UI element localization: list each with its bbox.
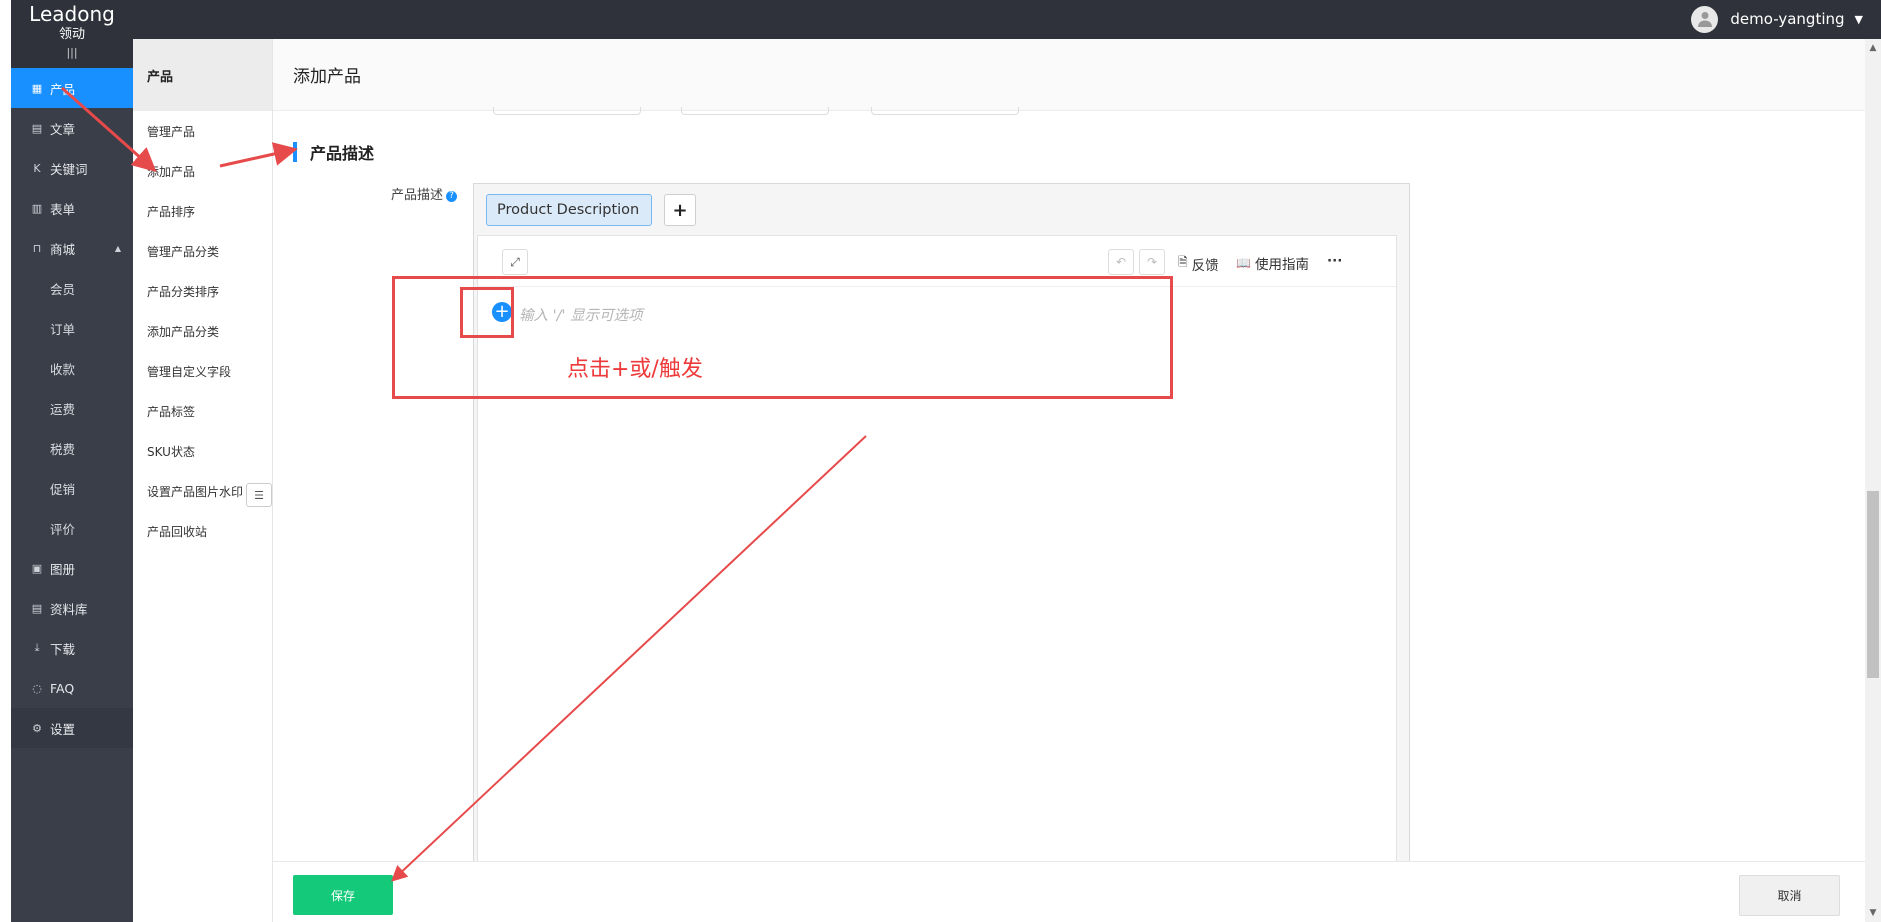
book-icon: 📖	[1236, 256, 1251, 270]
main-sidebar: ▦ 产品 ▤ 文章 K 关键词 ▥ 表单 ⊓ 商城 ▲ 会员 订单 收款 运费 …	[11, 68, 133, 922]
submenu-item-tags[interactable]: 产品标签	[133, 391, 272, 431]
sidebar-item-label: 设置	[50, 721, 76, 737]
submenu-item-manage-categories[interactable]: 管理产品分类	[133, 231, 272, 271]
brand-logo[interactable]: Leadong 领动 |||	[11, 0, 133, 68]
submenu-item-add-product[interactable]: 添加产品	[133, 151, 272, 191]
sidebar-subitem-tax[interactable]: 税费	[11, 428, 133, 468]
sidebar-subitem-payments[interactable]: 收款	[11, 348, 133, 388]
scroll-up-icon[interactable]: ▲	[1865, 41, 1881, 55]
settings-icon: ⚙	[32, 721, 42, 735]
sidebar-item-products[interactable]: ▦ 产品	[11, 68, 133, 108]
menu-toggle-icon[interactable]: |||	[11, 46, 133, 59]
more-options-icon[interactable]: ···	[1327, 253, 1342, 269]
redo-icon[interactable]: ↷	[1139, 249, 1165, 275]
article-icon: ▤	[31, 121, 43, 135]
guide-label: 使用指南	[1254, 257, 1309, 273]
add-tab-button[interactable]: +	[664, 194, 696, 226]
product-submenu: 产品 管理产品 添加产品 产品排序 管理产品分类 产品分类排序 添加产品分类 管…	[133, 39, 273, 922]
sidebar-item-library[interactable]: ▤ 资料库	[11, 588, 133, 628]
ghost-field	[681, 107, 829, 115]
document-icon: 🗎	[1178, 255, 1188, 269]
sidebar-item-label: 下载	[50, 641, 76, 657]
sidebar-item-articles[interactable]: ▤ 文章	[11, 108, 133, 148]
download-icon: ⤓	[34, 641, 40, 654]
submenu-item-sku-status[interactable]: SKU状态	[133, 431, 272, 471]
undo-icon[interactable]: ↶	[1108, 249, 1134, 275]
section-title-text: 产品描述	[310, 144, 375, 163]
sidebar-item-download[interactable]: ⤓ 下载	[11, 628, 133, 668]
sidebar-subitem-shipping[interactable]: 运费	[11, 388, 133, 428]
feedback-label: 反馈	[1191, 257, 1219, 274]
sidebar-item-settings[interactable]: ⚙ 设置	[11, 708, 133, 748]
user-menu[interactable]: demo-yangting ▼	[1691, 5, 1863, 33]
tab-product-description[interactable]: Product Description	[486, 194, 652, 226]
sidebar-item-label: FAQ	[50, 680, 75, 696]
collapse-submenu-icon[interactable]: ☰	[246, 483, 272, 507]
sidebar-item-forms[interactable]: ▥ 表单	[11, 188, 133, 228]
sidebar-item-label: 文章	[50, 121, 76, 137]
sidebar-subitem-promotions[interactable]: 促销	[11, 468, 133, 508]
sidebar-item-label: 关键词	[50, 161, 88, 177]
sidebar-item-label: 资料库	[50, 601, 88, 617]
field-label: 产品描述?	[391, 184, 458, 203]
sidebar-subitem-orders[interactable]: 订单	[11, 308, 133, 348]
submenu-item-add-category[interactable]: 添加产品分类	[133, 311, 272, 351]
footer-bar: 保存 取消	[273, 861, 1865, 922]
help-icon[interactable]: ?	[446, 190, 458, 202]
submenu-item-product-sort[interactable]: 产品排序	[133, 191, 272, 231]
submenu-item-category-sort[interactable]: 产品分类排序	[133, 271, 272, 311]
submenu-item-manage-products[interactable]: 管理产品	[133, 111, 272, 151]
left-strip	[0, 0, 11, 922]
sidebar-item-shop[interactable]: ⊓ 商城 ▲	[11, 228, 133, 268]
sidebar-subitem-members[interactable]: 会员	[11, 268, 133, 308]
ghost-field	[493, 107, 641, 115]
chevron-up-icon: ▲	[114, 243, 121, 253]
library-icon: ▤	[31, 601, 43, 615]
scroll-down-icon[interactable]: ▼	[1865, 906, 1881, 920]
sidebar-item-label: 表单	[50, 201, 76, 217]
shop-icon: ⊓	[32, 241, 42, 255]
cancel-button[interactable]: 取消	[1739, 875, 1840, 916]
submenu-item-custom-fields[interactable]: 管理自定义字段	[133, 351, 272, 391]
sidebar-item-label: 图册	[50, 561, 76, 577]
top-bar	[0, 0, 1881, 39]
page-scrollbar[interactable]: ▲ ▼	[1865, 39, 1881, 922]
sidebar-item-label: 产品	[50, 81, 76, 97]
main-content: 产品描述 产品描述? Product Description + ⤢ ↶ ↷ 🗎…	[273, 107, 1865, 895]
fullscreen-icon[interactable]: ⤢	[502, 249, 528, 275]
album-icon: ▣	[31, 561, 43, 575]
section-title: 产品描述	[293, 140, 374, 164]
save-button[interactable]: 保存	[293, 875, 393, 915]
submenu-item-recycle-bin[interactable]: 产品回收站	[133, 511, 272, 551]
ghost-field	[871, 107, 1019, 115]
keyword-icon: K	[33, 161, 41, 175]
form-icon: ▥	[31, 201, 43, 215]
feedback-button[interactable]: 🗎 反馈	[1178, 253, 1219, 274]
grid-icon: ▦	[31, 81, 43, 95]
sidebar-subitem-reviews[interactable]: 评价	[11, 508, 133, 548]
sidebar-item-keywords[interactable]: K 关键词	[11, 148, 133, 188]
user-name: demo-yangting	[1730, 10, 1845, 28]
sidebar-item-faq[interactable]: ◌ FAQ	[11, 668, 133, 708]
section-accent-bar	[293, 142, 297, 162]
page-title: 添加产品	[273, 39, 1865, 111]
caret-down-icon: ▼	[1854, 12, 1863, 26]
submenu-title: 产品	[133, 39, 272, 111]
sidebar-item-label: 商城	[50, 241, 76, 257]
sidebar-item-album[interactable]: ▣ 图册	[11, 548, 133, 588]
scrollbar-thumb[interactable]	[1867, 491, 1879, 678]
faq-icon: ◌	[32, 681, 42, 695]
annotation-plus-highlight	[460, 287, 514, 338]
annotation-text: 点击+或/触发	[567, 357, 703, 382]
guide-button[interactable]: 📖 使用指南	[1236, 253, 1309, 273]
avatar-icon	[1691, 5, 1719, 33]
field-label-text: 产品描述	[391, 188, 444, 203]
